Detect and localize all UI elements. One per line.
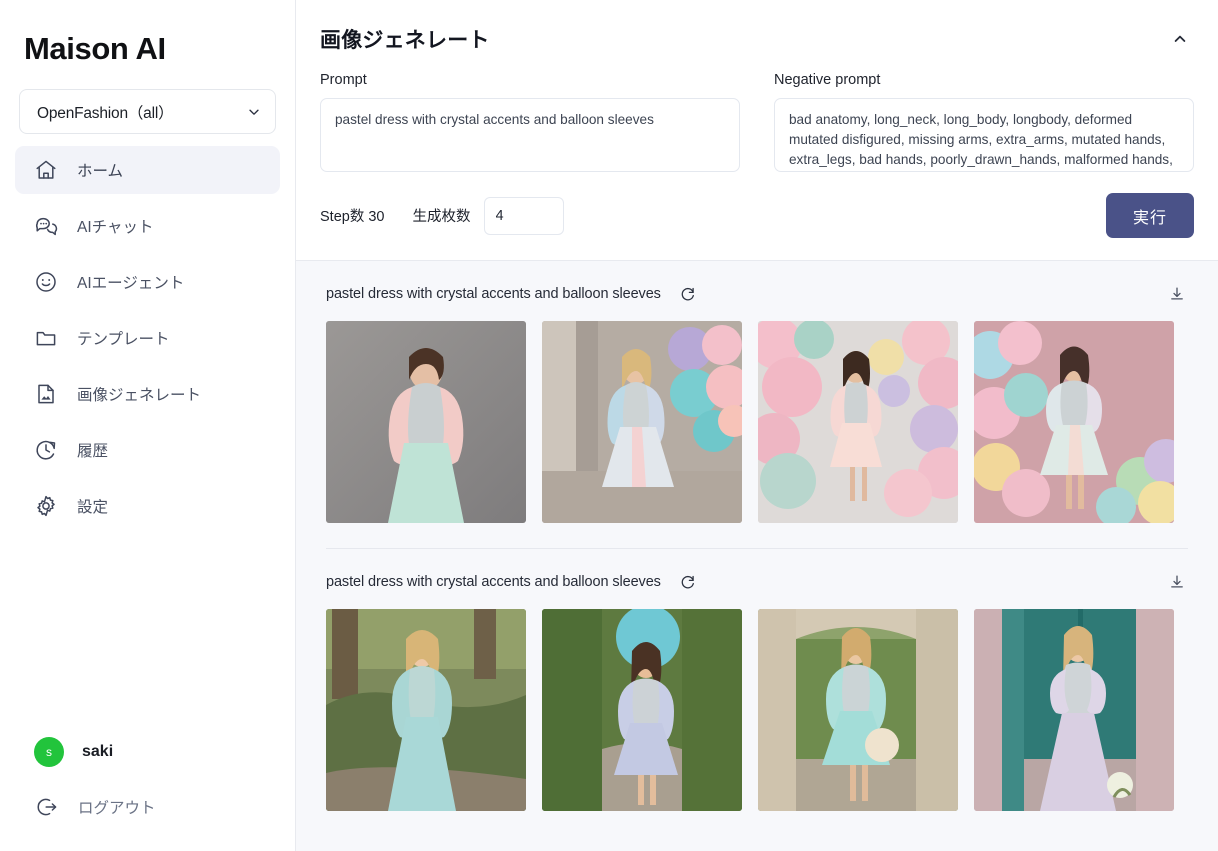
chevron-down-icon	[247, 105, 261, 119]
sidebar-item-label: AIチャット	[77, 215, 154, 237]
result-group: pastel dress with crystal accents and ba…	[296, 261, 1218, 523]
user-profile[interactable]: s saki	[0, 729, 295, 775]
result-image[interactable]	[326, 321, 526, 523]
result-image[interactable]	[974, 321, 1174, 523]
generation-controls: Step数 30 生成枚数 実行	[320, 193, 1194, 238]
sidebar-footer: s saki ログアウト	[0, 729, 295, 851]
page-title: 画像ジェネレート	[320, 24, 1166, 54]
steps-label: Step数 30	[320, 205, 385, 226]
main-content: 画像ジェネレート Prompt Negative prompt Step数 30…	[296, 0, 1218, 851]
result-group: pastel dress with crystal accents and ba…	[296, 549, 1218, 811]
sidebar-item-label: AIエージェント	[77, 271, 184, 293]
result-image[interactable]	[758, 609, 958, 811]
result-image[interactable]	[542, 609, 742, 811]
model-selector-value: OpenFashion（all）	[37, 101, 247, 123]
refresh-icon[interactable]	[677, 283, 699, 305]
result-header: pastel dress with crystal accents and ba…	[314, 261, 1200, 321]
gear-icon	[33, 493, 59, 519]
result-image[interactable]	[758, 321, 958, 523]
download-icon[interactable]	[1166, 283, 1188, 305]
results-list: pastel dress with crystal accents and ba…	[296, 261, 1218, 811]
sidebar-item-label: テンプレート	[77, 327, 170, 349]
result-header: pastel dress with crystal accents and ba…	[314, 549, 1200, 609]
sidebar-item-history[interactable]: 履歴	[15, 426, 280, 474]
sidebar-item-label: 画像ジェネレート	[77, 383, 201, 405]
download-icon[interactable]	[1166, 571, 1188, 593]
folder-icon	[33, 325, 59, 351]
avatar: s	[34, 737, 64, 767]
sidebar-item-home[interactable]: ホーム	[15, 146, 280, 194]
sidebar-item-settings[interactable]: 設定	[15, 482, 280, 530]
sidebar-item-label: 履歴	[77, 439, 108, 461]
image-count-input[interactable]	[484, 197, 564, 235]
user-name: saki	[82, 743, 113, 761]
prompt-input[interactable]	[320, 98, 740, 172]
model-selector[interactable]: OpenFashion（all）	[19, 89, 276, 134]
sidebar-nav: ホーム AIチャット	[0, 142, 295, 534]
sidebar-item-label: 設定	[77, 495, 108, 517]
negative-prompt-input[interactable]	[774, 98, 1194, 172]
chevron-up-icon[interactable]	[1166, 25, 1194, 53]
sidebar-item-template[interactable]: テンプレート	[15, 314, 280, 362]
sidebar-item-label: ホーム	[77, 159, 123, 181]
image-count-label: 生成枚数	[413, 205, 471, 226]
result-image[interactable]	[542, 321, 742, 523]
chat-bubble-icon	[33, 213, 59, 239]
prompt-fields: Prompt Negative prompt	[320, 72, 1194, 172]
negative-prompt-label: Negative prompt	[774, 72, 1194, 88]
logout-label: ログアウト	[78, 796, 156, 818]
image-document-icon	[33, 381, 59, 407]
sidebar-item-ai-chat[interactable]: AIチャット	[15, 202, 280, 250]
sidebar-item-image-generate[interactable]: 画像ジェネレート	[15, 370, 280, 418]
image-generate-panel: 画像ジェネレート Prompt Negative prompt Step数 30…	[296, 0, 1218, 261]
smiley-face-icon	[33, 269, 59, 295]
clock-history-icon	[33, 437, 59, 463]
home-icon	[33, 157, 59, 183]
app-root: Maison AI OpenFashion（all） ホーム	[0, 0, 1218, 851]
app-logo: Maison AI	[0, 0, 295, 67]
logout-icon	[34, 794, 60, 820]
result-thumbnails	[314, 321, 1200, 523]
refresh-icon[interactable]	[677, 571, 699, 593]
sidebar: Maison AI OpenFashion（all） ホーム	[0, 0, 296, 851]
sidebar-item-ai-agent[interactable]: AIエージェント	[15, 258, 280, 306]
result-image[interactable]	[326, 609, 526, 811]
prompt-label: Prompt	[320, 72, 740, 88]
result-prompt-text: pastel dress with crystal accents and ba…	[326, 286, 661, 302]
result-thumbnails	[314, 609, 1200, 811]
result-prompt-text: pastel dress with crystal accents and ba…	[326, 574, 661, 590]
run-button[interactable]: 実行	[1106, 193, 1194, 238]
panel-header: 画像ジェネレート	[320, 0, 1194, 72]
negative-prompt-field-group: Negative prompt	[774, 72, 1194, 172]
prompt-field-group: Prompt	[320, 72, 740, 172]
result-image[interactable]	[974, 609, 1174, 811]
logout-button[interactable]: ログアウト	[0, 785, 295, 829]
